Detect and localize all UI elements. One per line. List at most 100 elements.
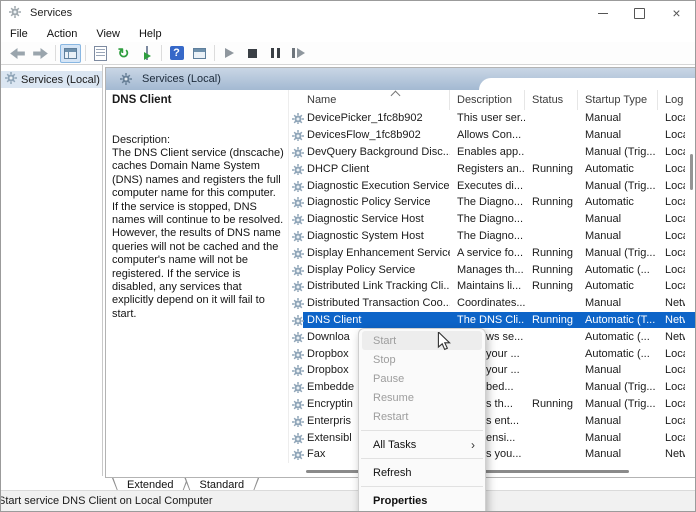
- service-name-cell: Display Enhancement Service: [289, 247, 450, 259]
- service-description-text: The DNS Client service (dnscache) caches…: [112, 147, 284, 320]
- service-startup-type-cell: Manual: [585, 364, 622, 377]
- start-service-icon[interactable]: [219, 44, 240, 63]
- service-gear-icon: [292, 415, 304, 427]
- table-row[interactable]: Diagnostic Service Host The Diagno... Manu…: [289, 211, 695, 228]
- service-gear-icon: [292, 264, 304, 276]
- table-row[interactable]: Diagnostic Policy Service The Diagno... Ru…: [289, 194, 695, 211]
- extended-view-icon[interactable]: [189, 44, 210, 63]
- table-row[interactable]: Dropboxyour ...ManualLoca: [289, 362, 695, 379]
- service-status-cell: Running: [532, 263, 573, 276]
- menu-item-stop: Stop: [373, 353, 396, 366]
- tree-item-services-local[interactable]: Services (Local): [1, 71, 102, 88]
- service-status-cell: Running: [532, 246, 573, 259]
- service-gear-icon: [292, 146, 304, 158]
- menu-file[interactable]: File: [10, 28, 28, 40]
- column-header-status[interactable]: Status: [525, 90, 578, 110]
- menu-action[interactable]: Action: [47, 28, 78, 40]
- menu-help[interactable]: Help: [139, 28, 162, 40]
- service-gear-icon: [292, 432, 304, 444]
- console-tree: Services (Local): [1, 65, 103, 476]
- service-name-cell: Diagnostic System Host: [289, 230, 450, 242]
- table-row[interactable]: Display Enhancement Service A service fo.…: [289, 244, 695, 261]
- table-row[interactable]: DevicePicker_1fc8b902 This user ser... Man…: [289, 110, 695, 127]
- column-header-name[interactable]: Name: [289, 90, 450, 110]
- table-row[interactable]: DNS Client The DNS Cli... Running Automatic…: [289, 311, 695, 329]
- stop-service-icon[interactable]: [242, 44, 263, 63]
- menu-item-start: Start: [362, 331, 482, 350]
- table-row[interactable]: Diagnostic System Host The Diagno... Manua…: [289, 228, 695, 245]
- table-row[interactable]: Dropboxyour ...Automatic (...Loca: [289, 345, 695, 362]
- show-hide-console-tree-icon[interactable]: [60, 43, 81, 63]
- service-logon-cell: Netw: [665, 297, 685, 310]
- service-startup-type-cell: Manual (Trig...: [585, 145, 656, 158]
- service-description-cell: This user ser...: [457, 112, 525, 125]
- forward-icon[interactable]: [30, 44, 51, 63]
- export-list-icon[interactable]: [136, 44, 157, 63]
- service-startup-type-cell: Manual: [585, 229, 622, 242]
- table-row[interactable]: Embeddebed...Manual (Trig...Loca: [289, 379, 695, 396]
- services-gear-icon: [120, 72, 133, 86]
- menu-view[interactable]: View: [96, 28, 120, 40]
- menu-item-all-tasks[interactable]: All Tasks ›: [359, 435, 485, 454]
- service-gear-icon: [292, 449, 304, 461]
- service-logon-cell: Loca: [665, 196, 685, 209]
- refresh-icon[interactable]: ↻: [113, 44, 134, 63]
- minimize-button[interactable]: [584, 1, 621, 25]
- service-description-cell: Coordinates...: [457, 297, 525, 310]
- service-name-cell: Distributed Transaction Coo...: [289, 297, 450, 310]
- restart-service-icon[interactable]: [288, 44, 309, 63]
- table-row[interactable]: Faxs you...ManualNetw: [289, 446, 695, 463]
- service-startup-type-cell: Manual: [585, 431, 622, 444]
- service-startup-type-cell: Manual: [585, 129, 622, 142]
- service-logon-cell: Loca: [665, 347, 685, 360]
- service-startup-type-cell: Automatic: [585, 196, 634, 209]
- service-description-cell: Executes di...: [457, 179, 524, 192]
- table-row[interactable]: DevicesFlow_1fc8b902 Allows Con... Manual L…: [289, 127, 695, 144]
- toolbar-separator: [214, 45, 215, 61]
- menu-separator: [361, 430, 483, 431]
- service-gear-icon: [292, 130, 304, 142]
- table-row[interactable]: Distributed Transaction Coo... Coordinate…: [289, 295, 695, 312]
- table-row[interactable]: DHCP Client Registers an... Running Automat…: [289, 160, 695, 177]
- back-icon[interactable]: [7, 44, 28, 63]
- service-name-cell: DevicePicker_1fc8b902: [289, 112, 450, 125]
- service-startup-type-cell: Manual (Trig...: [585, 397, 656, 410]
- table-row[interactable]: Encryptin s th... Running Manual (Trig... Lo…: [289, 396, 695, 413]
- selected-service-name: DNS Client: [112, 94, 172, 106]
- menu-item-refresh[interactable]: Refresh: [359, 463, 485, 482]
- service-logon-cell: Loca: [665, 129, 685, 142]
- menu-bar: File Action View Help: [1, 25, 695, 42]
- table-row[interactable]: Downloaws se...Automatic (...Netw: [289, 328, 695, 345]
- vertical-scrollbar-thumb[interactable]: [690, 154, 693, 190]
- table-row[interactable]: Extensiblensi...ManualLoca: [289, 429, 695, 446]
- column-header-description[interactable]: Description: [450, 90, 525, 110]
- table-row[interactable]: DevQuery Background Disc... Enables app..…: [289, 144, 695, 161]
- service-startup-type-cell: Automatic: [585, 162, 634, 175]
- submenu-arrow-icon: ›: [471, 437, 475, 452]
- pause-service-icon[interactable]: [265, 44, 286, 63]
- menu-separator: [361, 486, 483, 487]
- service-logon-cell: Loca: [665, 229, 685, 242]
- service-description-cell: The Diagno...: [457, 229, 524, 242]
- maximize-button[interactable]: [621, 1, 658, 25]
- service-startup-type-cell: Automatic (...: [585, 330, 650, 343]
- service-gear-icon: [292, 298, 304, 310]
- close-button[interactable]: ×: [658, 1, 695, 25]
- service-name-cell: Diagnostic Execution Service: [289, 180, 450, 192]
- service-description-cell: Registers an...: [457, 162, 525, 175]
- service-name-cell: DevicesFlow_1fc8b902: [289, 129, 450, 142]
- column-header-log[interactable]: Log: [658, 90, 685, 110]
- table-row[interactable]: Enterpriss ent...ManualLoca: [289, 412, 695, 429]
- properties-icon[interactable]: [90, 44, 111, 63]
- menu-item-properties[interactable]: Properties: [359, 491, 485, 510]
- help-icon[interactable]: ?: [166, 44, 187, 63]
- table-row[interactable]: Distributed Link Tracking Cli... Maintain…: [289, 278, 695, 295]
- table-row[interactable]: Display Policy Service Manages th... Runni…: [289, 261, 695, 278]
- service-logon-cell: Loca: [665, 162, 685, 175]
- pane-title: Services (Local): [142, 73, 221, 85]
- list-tab-corner: [479, 78, 695, 90]
- service-status-cell: Running: [532, 397, 573, 410]
- table-row[interactable]: Diagnostic Execution Service Executes di.…: [289, 177, 695, 194]
- column-header-startup-type[interactable]: Startup Type: [578, 90, 658, 110]
- service-gear-icon: [292, 398, 304, 410]
